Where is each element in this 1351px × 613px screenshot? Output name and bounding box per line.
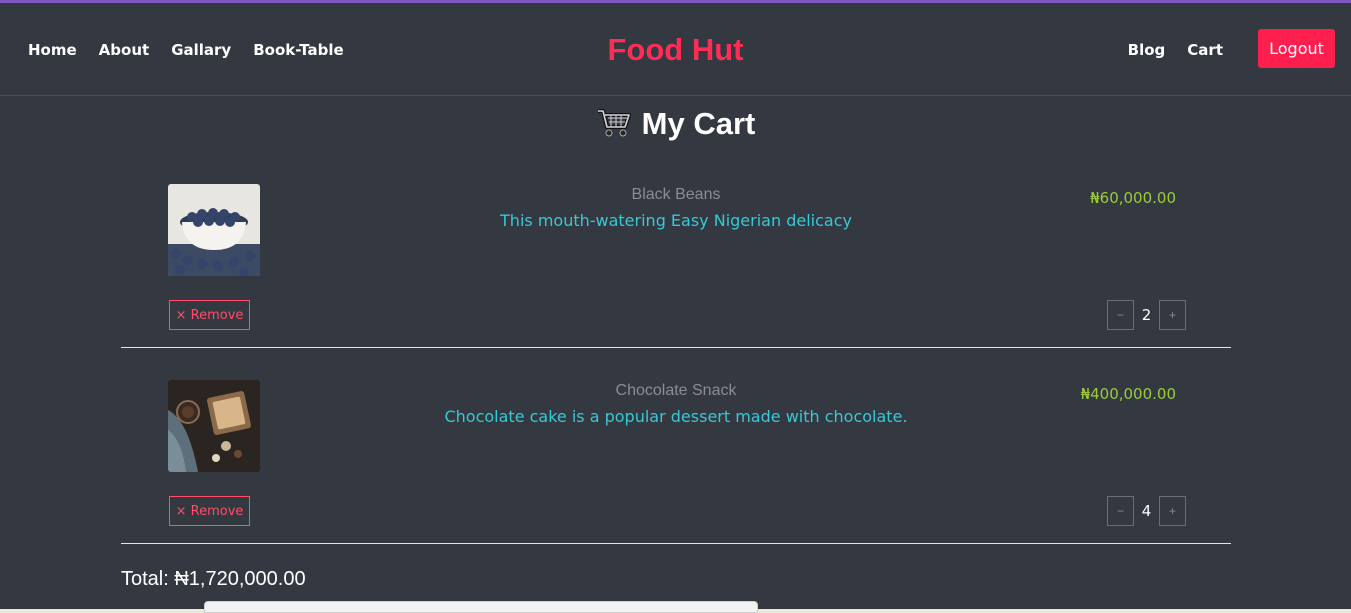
nav-cart[interactable]: Cart: [1187, 41, 1223, 59]
nav-blog[interactable]: Blog: [1128, 41, 1166, 59]
remove-button[interactable]: × Remove: [169, 300, 250, 330]
decrease-quantity-button[interactable]: −: [1107, 496, 1134, 526]
nav-home[interactable]: Home: [28, 41, 77, 59]
quantity-value: 4: [1141, 502, 1152, 520]
remove-button[interactable]: × Remove: [169, 496, 250, 526]
page-title-text: My Cart: [641, 106, 756, 141]
item-description: This mouth-watering Easy Nigerian delica…: [500, 211, 852, 230]
item-price: ₦60,000.00: [1090, 189, 1176, 207]
shopping-cart-icon: [596, 106, 632, 138]
page-title: My Cart: [0, 106, 1351, 142]
nav-right: Blog Cart: [1106, 41, 1223, 59]
item-price: ₦400,000.00: [1080, 385, 1176, 403]
item-name: Chocolate Snack: [615, 382, 737, 399]
bottom-panel-tab: [204, 601, 758, 613]
nav-left: Home About Gallary Book-Table: [28, 41, 366, 59]
quantity-value: 2: [1141, 306, 1152, 324]
brand-logo-text[interactable]: Food Hut: [607, 32, 743, 67]
cart-item: Chocolate Snack Chocolate cake is a popu…: [121, 380, 1231, 544]
item-name: Black Beans: [631, 186, 721, 203]
increase-quantity-button[interactable]: +: [1159, 496, 1186, 526]
nav-gallery[interactable]: Gallary: [171, 41, 231, 59]
item-description: Chocolate cake is a popular dessert made…: [444, 407, 908, 426]
decrease-quantity-button[interactable]: −: [1107, 300, 1134, 330]
cart-item: Black Beans This mouth-watering Easy Nig…: [121, 184, 1231, 348]
quantity-stepper: − 4 +: [1107, 496, 1186, 526]
quantity-stepper: − 2 +: [1107, 300, 1186, 330]
nav-about[interactable]: About: [99, 41, 150, 59]
logout-button[interactable]: Logout: [1258, 29, 1335, 68]
navbar: Home About Gallary Book-Table Food Hut B…: [0, 3, 1351, 96]
cart-total: Total: ₦1,720,000.00: [121, 568, 306, 590]
increase-quantity-button[interactable]: +: [1159, 300, 1186, 330]
nav-book-table[interactable]: Book-Table: [253, 41, 344, 59]
bottom-panel-edge: [0, 601, 1351, 613]
